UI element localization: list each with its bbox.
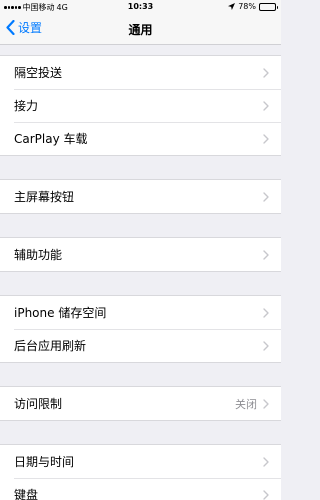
- location-arrow-icon: [228, 3, 236, 10]
- chevron-right-icon: [263, 249, 269, 260]
- settings-general-screen: 中国移动 4G 10:33 78% 设置 通用 隔空投送接力 CarPlay 车载…: [0, 0, 281, 500]
- settings-group: 访问限制 关闭: [0, 386, 281, 421]
- settings-row-label: CarPlay 车载: [14, 132, 88, 146]
- settings-row-label: 辅助功能: [14, 248, 63, 262]
- settings-row-label: 接力: [14, 99, 39, 113]
- page-title: 通用: [128, 23, 153, 37]
- settings-row-label: iPhone 储存空间: [14, 306, 107, 320]
- settings-row[interactable]: iPhone 储存空间: [0, 296, 281, 329]
- chevron-right-icon: [263, 489, 269, 500]
- settings-row[interactable]: 接力: [0, 89, 281, 122]
- status-bar: 中国移动 4G 10:33 78%: [0, 0, 281, 14]
- settings-group: 隔空投送接力 CarPlay 车载: [0, 55, 281, 156]
- battery-percent: 78%: [238, 2, 256, 11]
- settings-row-label: 主屏幕按钮: [14, 190, 75, 204]
- settings-row-label: 访问限制: [14, 397, 63, 411]
- chevron-right-icon: [263, 307, 269, 318]
- settings-row[interactable]: 后台应用刷新: [0, 329, 281, 362]
- chevron-right-icon: [263, 67, 269, 78]
- chevron-right-icon: [263, 191, 269, 202]
- settings-group: iPhone 储存空间 后台应用刷新: [0, 295, 281, 363]
- chevron-right-icon: [263, 456, 269, 467]
- chevron-right-icon: [263, 100, 269, 111]
- settings-row[interactable]: 访问限制 关闭: [0, 387, 281, 420]
- settings-row-value: 关闭: [235, 397, 257, 411]
- settings-group: 主屏幕按钮: [0, 179, 281, 214]
- settings-row[interactable]: 辅助功能: [0, 238, 281, 271]
- settings-row-label: 后台应用刷新: [14, 339, 87, 353]
- settings-row-label: 隔空投送: [14, 66, 63, 80]
- settings-row-label: 键盘: [14, 488, 39, 500]
- chevron-right-icon: [263, 133, 269, 144]
- chevron-right-icon: [263, 398, 269, 409]
- status-right: 78%: [228, 2, 278, 11]
- settings-row[interactable]: 主屏幕按钮: [0, 180, 281, 213]
- settings-row[interactable]: 隔空投送: [0, 56, 281, 89]
- navigation-bar: 设置 通用: [0, 14, 281, 45]
- settings-list: 隔空投送接力 CarPlay 车载 主屏幕按钮辅助功能 iPhone 储存空间 后台应用…: [0, 45, 281, 500]
- battery-icon: [259, 2, 278, 11]
- settings-group: 辅助功能: [0, 237, 281, 272]
- settings-row-label: 日期与时间: [14, 455, 75, 469]
- chevron-right-icon: [263, 340, 269, 351]
- settings-group: 日期与时间 键盘: [0, 444, 281, 500]
- settings-row[interactable]: 键盘: [0, 478, 281, 500]
- settings-row[interactable]: CarPlay 车载: [0, 122, 281, 155]
- settings-row[interactable]: 日期与时间: [0, 445, 281, 478]
